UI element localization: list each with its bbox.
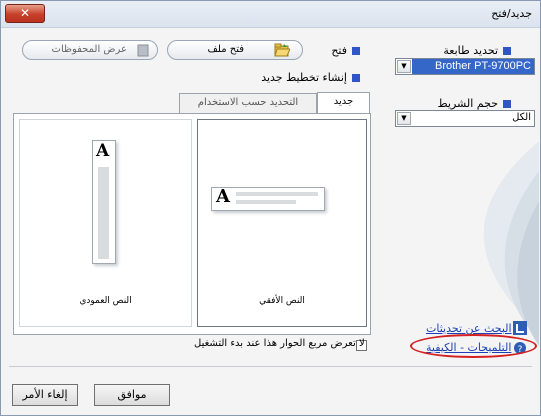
horizontal-tape: A xyxy=(211,186,325,211)
tape-label-text: حجم الشريط xyxy=(437,97,498,110)
folder-open-icon xyxy=(274,43,290,57)
divider xyxy=(9,366,532,367)
open-label-text: فتح xyxy=(331,44,347,57)
decorative-swirl xyxy=(391,131,539,351)
printer-label-text: تحديد طابعة xyxy=(443,44,498,57)
ok-button[interactable]: موافق xyxy=(94,384,170,406)
dialog-window: ✕ جديد/فتح فتح فتح ملف عرض المحفوظات إنش… xyxy=(0,0,541,416)
layout-vertical-label: النص العمودي xyxy=(79,296,132,306)
close-button[interactable]: ✕ xyxy=(5,4,45,23)
bullet-icon xyxy=(352,47,360,55)
layout-horizontal-label: النص الأفقي xyxy=(259,296,305,306)
close-icon: ✕ xyxy=(19,6,31,20)
chevron-down-icon[interactable]: ▼ xyxy=(397,60,411,73)
printer-select[interactable]: ▼ Brother PT-9700PC xyxy=(395,58,535,75)
horizontal-preview: A xyxy=(211,180,326,220)
tape-size-label: حجم الشريط xyxy=(437,97,511,110)
create-new-text: إنشاء تخطيط جديد xyxy=(261,71,347,84)
text-line xyxy=(236,192,318,196)
startup-checkbox-label: لا تعرض مربع الحوار هذا عند بدء التشغيل xyxy=(194,338,365,349)
document-icon xyxy=(137,44,149,57)
bullet-icon xyxy=(352,74,360,82)
layout-horizontal-card[interactable]: A النص الأفقي xyxy=(197,119,367,327)
bullet-icon xyxy=(503,100,511,108)
title-bar: ✕ جديد/فتح xyxy=(1,1,540,28)
create-new-label: إنشاء تخطيط جديد xyxy=(261,71,360,84)
open-label: فتح xyxy=(331,44,360,57)
text-line xyxy=(98,167,109,259)
layouts-panel: A النص الأفقي A النص العمودي xyxy=(13,113,371,335)
tab-new[interactable]: جديد xyxy=(317,92,370,114)
view-saved-label: عرض المحفوظات xyxy=(51,44,127,55)
vertical-glyph: A xyxy=(96,141,110,161)
printer-selected-value: Brother PT-9700PC xyxy=(412,59,534,74)
bullet-icon xyxy=(503,47,511,55)
open-file-button[interactable]: فتح ملف xyxy=(167,40,303,60)
tab-by-usage[interactable]: التحديد حسب الاستخدام xyxy=(179,93,317,113)
vertical-tape: A xyxy=(92,140,116,264)
window-title: جديد/فتح xyxy=(491,7,532,20)
tape-selected-value: الكل xyxy=(512,112,531,123)
chevron-down-icon[interactable]: ▼ xyxy=(397,112,411,125)
open-file-label: فتح ملف xyxy=(207,44,244,55)
printer-label: تحديد طابعة xyxy=(443,44,511,57)
update-icon xyxy=(513,321,527,335)
view-saved-button[interactable]: عرض المحفوظات xyxy=(22,40,158,60)
tape-size-select[interactable]: ▼ الكل xyxy=(395,110,535,127)
text-line xyxy=(236,200,296,204)
layout-vertical-card[interactable]: A النص العمودي xyxy=(19,119,192,327)
cancel-button[interactable]: إلغاء الأمر xyxy=(12,384,78,406)
horizontal-glyph: A xyxy=(216,186,230,207)
highlight-ellipse xyxy=(410,334,537,358)
